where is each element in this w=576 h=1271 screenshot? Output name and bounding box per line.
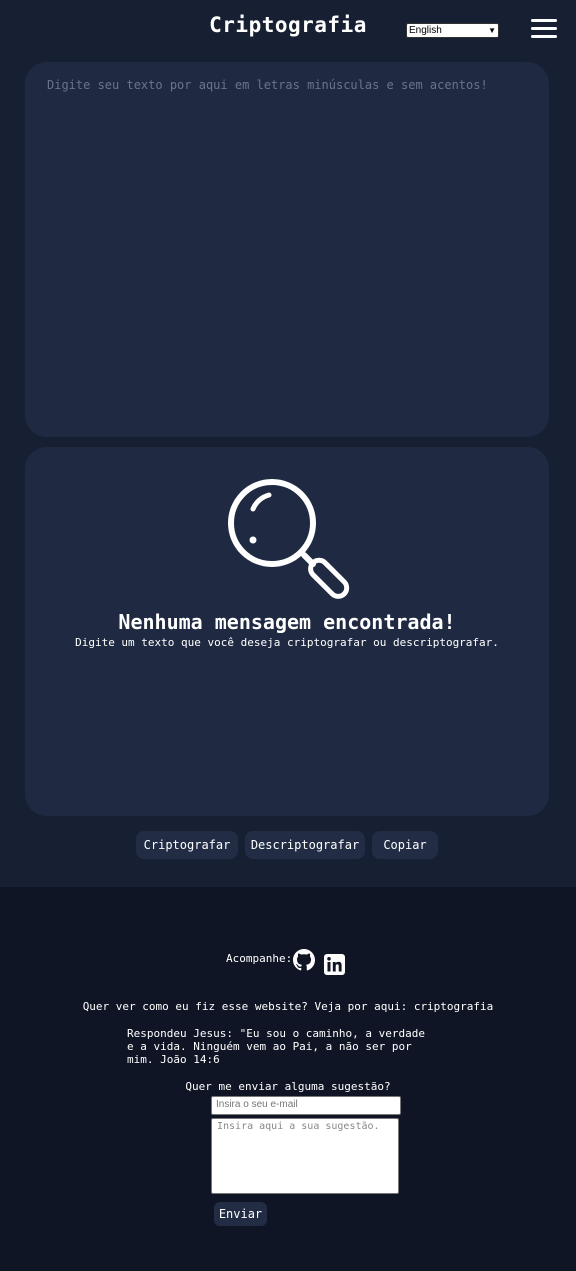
send-button[interactable]: Enviar <box>214 1202 267 1226</box>
copy-button[interactable]: Copiar <box>372 831 438 859</box>
encrypt-button[interactable]: Criptografar <box>136 831 238 859</box>
linkedin-icon[interactable] <box>324 954 345 975</box>
hamburger-menu-icon[interactable] <box>531 19 557 39</box>
output-panel: Nenhuma mensagem encontrada! Digite um t… <box>25 447 549 816</box>
footer: Acompanhe: Quer ver como eu fiz esse web… <box>0 887 576 1271</box>
bible-verse: Respondeu Jesus: "Eu sou o caminho, a ve… <box>127 1027 426 1066</box>
header: Criptografia English ▼ <box>0 0 576 56</box>
empty-message-subtitle: Digite um texto que você deseja criptogr… <box>75 636 499 649</box>
suggestion-label: Quer me enviar alguma sugestão? <box>185 1080 391 1093</box>
decrypt-button[interactable]: Descriptografar <box>245 831 365 859</box>
magnifier-icon <box>228 479 350 599</box>
text-input-area[interactable]: Digite seu texto por aqui em letras minú… <box>25 62 549 437</box>
language-select[interactable]: English ▼ <box>406 23 499 38</box>
github-icon[interactable] <box>293 949 315 971</box>
email-field[interactable]: Insira o seu e-mail <box>211 1096 401 1115</box>
text-input-placeholder: Digite seu texto por aqui em letras minú… <box>47 78 488 92</box>
chevron-down-icon: ▼ <box>488 26 496 35</box>
suggestion-textarea[interactable]: Insira aqui a sua sugestão. <box>211 1118 399 1194</box>
empty-message-title: Nenhuma mensagem encontrada! <box>118 610 456 634</box>
website-source-line: Quer ver como eu fiz esse website? Veja … <box>82 1000 494 1013</box>
follow-label: Acompanhe: <box>226 952 293 965</box>
language-selected-value: English <box>409 25 442 36</box>
